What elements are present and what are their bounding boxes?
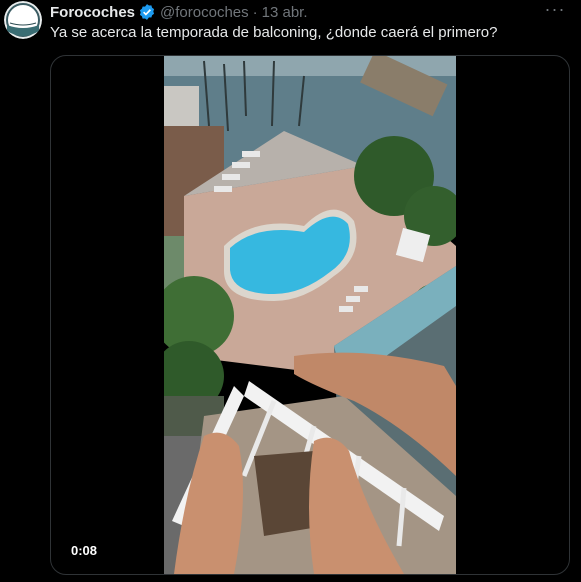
author-handle[interactable]: @forocoches (160, 4, 249, 21)
tweet[interactable]: Forocoches @forocoches · 13 abr. ··· Ya … (0, 0, 581, 582)
tweet-text: Ya se acerca la temporada de balconing, … (50, 24, 498, 41)
more-options-icon[interactable]: ··· (543, 0, 567, 20)
tweet-date[interactable]: 13 abr. (262, 4, 308, 21)
forocoches-logo-icon (4, 1, 42, 39)
tweet-header: Forocoches @forocoches · 13 abr. (50, 2, 308, 22)
author-name[interactable]: Forocoches (50, 4, 135, 21)
video-thumbnail-image (164, 56, 456, 574)
separator-dot: · (252, 3, 258, 21)
verified-badge-icon (139, 4, 155, 20)
avatar[interactable] (4, 1, 42, 39)
video-timestamp: 0:08 (67, 541, 102, 560)
video-player[interactable]: 0:08 (50, 55, 570, 575)
video-frame[interactable] (164, 56, 456, 574)
